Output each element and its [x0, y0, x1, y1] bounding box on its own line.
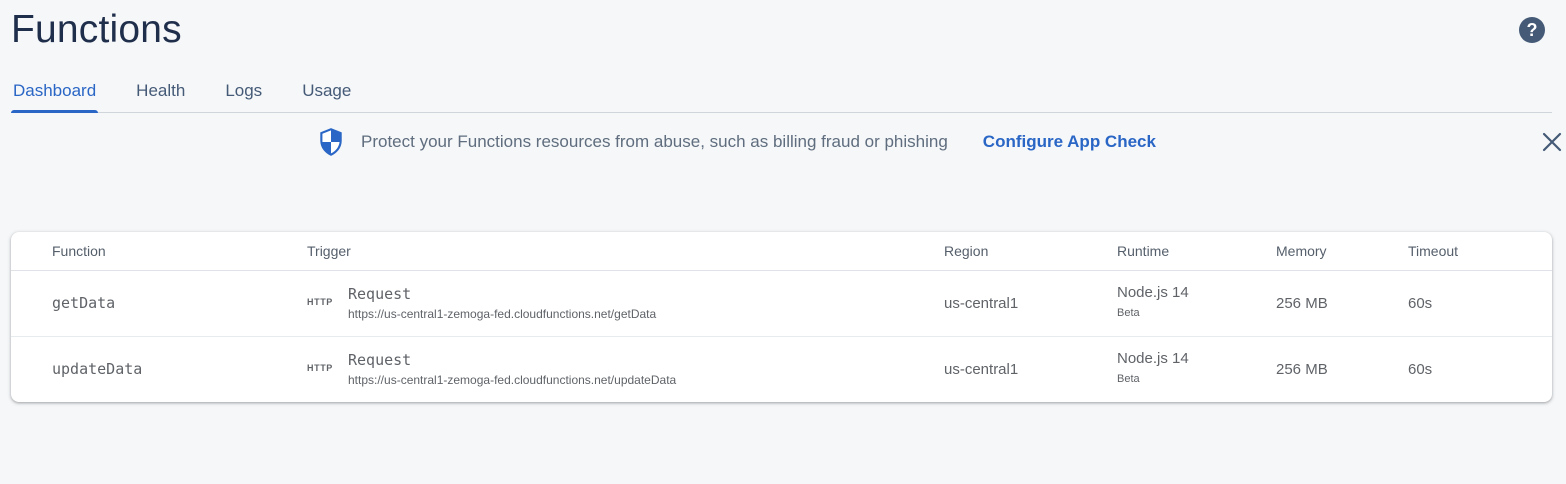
- shield-icon: [320, 128, 342, 156]
- tab-logs[interactable]: Logs: [223, 72, 264, 112]
- runtime-value: Node.js 14: [1117, 350, 1189, 367]
- runtime-beta-label: Beta: [1117, 307, 1140, 319]
- trigger-url[interactable]: https://us-central1-zemoga-fed.cloudfunc…: [348, 307, 656, 321]
- http-badge: HTTP: [307, 297, 333, 307]
- function-name: updateData: [52, 360, 143, 378]
- table-row[interactable]: updateData HTTP Request https://us-centr…: [11, 337, 1552, 402]
- app-check-banner: Protect your Functions resources from ab…: [318, 126, 1156, 158]
- region-value: us-central1: [944, 295, 1019, 312]
- timeout-value: 60s: [1408, 295, 1433, 312]
- configure-app-check-link[interactable]: Configure App Check: [983, 132, 1156, 152]
- trigger-url[interactable]: https://us-central1-zemoga-fed.cloudfunc…: [348, 373, 676, 387]
- column-header-timeout: Timeout: [1408, 243, 1459, 259]
- banner-text: Protect your Functions resources from ab…: [361, 132, 948, 151]
- functions-table: Function Trigger Region Runtime Memory T…: [11, 232, 1552, 402]
- column-header-trigger: Trigger: [307, 243, 351, 259]
- runtime-beta-label: Beta: [1117, 373, 1140, 385]
- close-icon[interactable]: [1541, 131, 1563, 153]
- page-title: Functions: [11, 8, 182, 51]
- column-header-region: Region: [944, 243, 989, 259]
- timeout-value: 60s: [1408, 361, 1433, 378]
- memory-value: 256 MB: [1276, 361, 1328, 378]
- http-badge: HTTP: [307, 363, 333, 373]
- trigger-type: Request: [348, 285, 412, 303]
- help-icon[interactable]: ?: [1519, 17, 1545, 43]
- table-header: Function Trigger Region Runtime Memory T…: [11, 232, 1552, 271]
- trigger-type: Request: [348, 351, 412, 369]
- tab-health[interactable]: Health: [134, 72, 187, 112]
- tab-dashboard[interactable]: Dashboard: [11, 72, 99, 113]
- column-header-memory: Memory: [1276, 243, 1327, 259]
- column-header-runtime: Runtime: [1117, 243, 1170, 259]
- function-name: getData: [52, 294, 116, 312]
- runtime-value: Node.js 14: [1117, 284, 1189, 301]
- column-header-function: Function: [52, 243, 106, 259]
- memory-value: 256 MB: [1276, 295, 1328, 312]
- region-value: us-central1: [944, 361, 1019, 378]
- table-row[interactable]: getData HTTP Request https://us-central1…: [11, 271, 1552, 337]
- tab-usage[interactable]: Usage: [300, 72, 353, 112]
- functions-page: Functions ? Dashboard Health Logs Usage …: [0, 0, 1566, 484]
- tab-bar: Dashboard Health Logs Usage: [11, 72, 1552, 113]
